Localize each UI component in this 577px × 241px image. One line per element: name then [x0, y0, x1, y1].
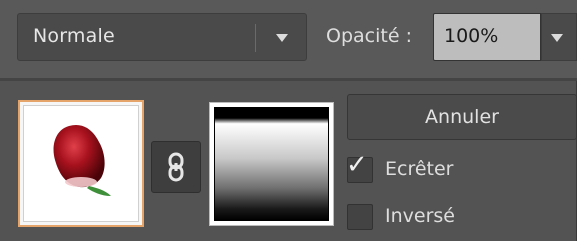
clip-label[interactable]: Ecrêter — [385, 158, 454, 180]
mask-thumbnail[interactable] — [209, 102, 334, 226]
clip-checkbox[interactable]: ✓ — [346, 152, 373, 183]
invert-checkbox[interactable] — [347, 204, 373, 230]
invert-label[interactable]: Inversé — [385, 205, 455, 227]
layer-thumbnail[interactable] — [18, 100, 144, 227]
cancel-button[interactable]: Annuler — [347, 94, 577, 140]
blend-mode-dropdown[interactable]: Normale — [17, 13, 307, 61]
opacity-dropdown-button[interactable] — [541, 13, 577, 61]
toolbar-divider — [0, 78, 577, 81]
blend-mode-value: Normale — [33, 25, 115, 47]
chain-link-icon — [168, 152, 184, 182]
opacity-value: 100% — [444, 25, 499, 47]
layer-image — [23, 105, 139, 222]
opacity-label: Opacité : — [326, 25, 412, 47]
dropdown-separator — [255, 24, 256, 52]
layer-mask-panel: Normale Opacité : 100% Annuler ✓ Ecrêter… — [0, 0, 577, 241]
chevron-down-icon — [551, 34, 563, 42]
gradient-mask-preview — [214, 107, 329, 221]
link-toggle-button[interactable] — [151, 141, 201, 193]
chevron-down-icon[interactable] — [276, 34, 288, 42]
checkmark-icon: ✓ — [346, 150, 368, 180]
apple-image — [53, 124, 111, 196]
opacity-input[interactable]: 100% — [433, 13, 541, 61]
